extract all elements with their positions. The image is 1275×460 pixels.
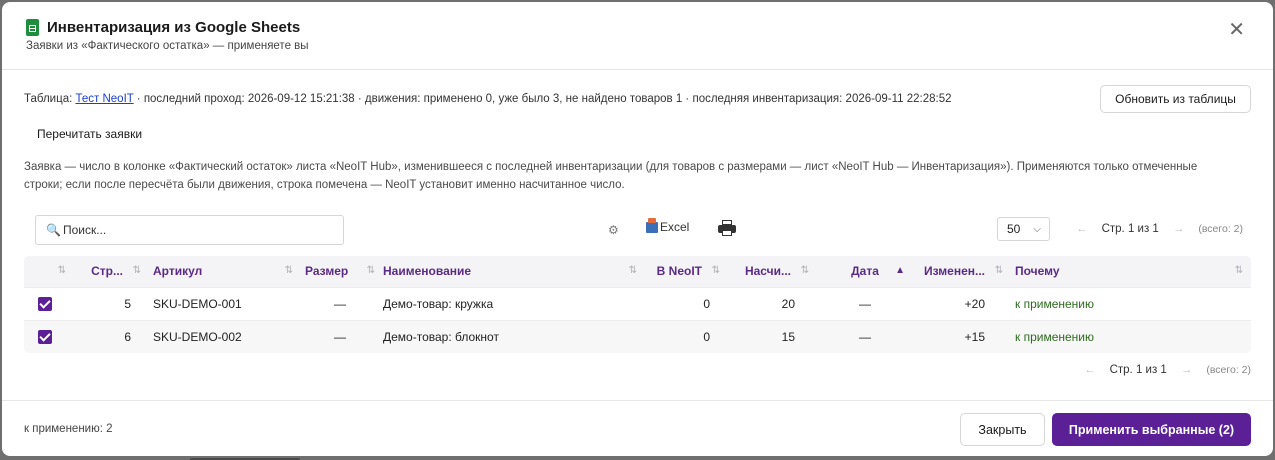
cell-counted: 15: [728, 319, 817, 353]
column-name[interactable]: Наименование ⇅: [379, 256, 645, 287]
cell-counted: 20: [728, 286, 817, 320]
cell-sku: SKU-DEMO-001: [149, 286, 301, 320]
cell-change: +20: [913, 286, 1011, 320]
column-select[interactable]: ⇅: [24, 256, 74, 287]
next-page-button[interactable]: →: [1173, 223, 1185, 235]
cell-row: 5: [74, 286, 149, 320]
excel-label: Excel: [660, 220, 690, 234]
dialog-subtitle: Заявки из «Фактического остатка» — приме…: [26, 40, 309, 52]
sort-icon: ⇅: [284, 265, 293, 276]
table-row[interactable]: 5 SKU-DEMO-001 — Демо-товар: кружка 0 20…: [24, 286, 1251, 320]
info-details: · последний проход: 2026-09-12 15:21:38 …: [133, 93, 952, 105]
cell-row: 6: [74, 319, 149, 353]
description-text: Заявка — число в колонке «Фактический ос…: [24, 161, 1198, 191]
dialog-footer: к применению: 2 Закрыть Применить выбран…: [2, 400, 1273, 456]
sync-info: Таблица: Тест NeoIT · последний проход: …: [24, 93, 951, 105]
cell-sku: SKU-DEMO-002: [149, 319, 301, 353]
close-icon[interactable]: ✕: [1228, 20, 1245, 40]
column-neoit[interactable]: В NeoIT ⇅: [645, 256, 728, 287]
column-date[interactable]: Дата ▲: [817, 256, 913, 287]
print-icon[interactable]: [718, 220, 736, 236]
search-box[interactable]: 🔍: [35, 215, 344, 245]
cell-size: —: [301, 286, 379, 320]
apply-count-status: к применению: 2: [24, 423, 113, 435]
excel-export-button[interactable]: Excel: [646, 217, 690, 234]
cell-date: —: [817, 286, 913, 320]
page-size-value: 50: [1007, 222, 1021, 236]
prev-page-button[interactable]: ←: [1084, 364, 1096, 376]
close-button[interactable]: Закрыть: [960, 413, 1045, 446]
pager-top: ← Стр. 1 из 1 → (всего: 2): [1076, 223, 1243, 235]
row-checkbox[interactable]: [38, 329, 52, 344]
cell-size: —: [301, 319, 379, 353]
reread-requests-button[interactable]: Перечитать заявки: [24, 122, 155, 146]
cell-neoit: 0: [645, 286, 728, 320]
refresh-from-table-button[interactable]: Обновить из таблицы: [1100, 85, 1251, 113]
sort-icon: ⇅: [994, 265, 1003, 276]
total-count: (всего: 2): [1206, 364, 1251, 376]
column-counted[interactable]: Насчи... ⇅: [728, 256, 817, 287]
dialog-header: Инвентаризация из Google Sheets Заявки и…: [2, 2, 1273, 70]
sheet-link[interactable]: Тест NeoIT: [75, 93, 133, 105]
cell-date: —: [817, 319, 913, 353]
column-sku[interactable]: Артикул ⇅: [149, 256, 301, 287]
cell-why: к применению: [1011, 286, 1251, 320]
sort-icon: ⇅: [628, 265, 637, 276]
excel-icon: [646, 217, 658, 233]
dialog-body: Таблица: Тест NeoIT · последний проход: …: [2, 70, 1273, 402]
pager-bottom: ← Стр. 1 из 1 → (всего: 2): [1084, 364, 1251, 376]
sort-icon: ⇅: [132, 265, 141, 276]
sort-icon: ⇅: [366, 265, 375, 276]
google-sheets-icon: [26, 19, 39, 36]
gear-icon[interactable]: ⚙: [608, 223, 619, 237]
search-input[interactable]: [62, 223, 323, 237]
table-row[interactable]: 6 SKU-DEMO-002 — Демо-товар: блокнот 0 1…: [24, 319, 1251, 353]
sort-icon: ⇅: [57, 265, 66, 276]
row-checkbox[interactable]: [38, 296, 52, 311]
sort-asc-icon: ▲: [895, 265, 905, 276]
inventory-dialog: Инвентаризация из Google Sheets Заявки и…: [2, 2, 1273, 456]
total-count: (всего: 2): [1198, 223, 1243, 235]
chevron-down-icon: ⌵: [1033, 223, 1041, 235]
sort-icon: ⇅: [711, 265, 720, 276]
sort-icon: ⇅: [1234, 265, 1243, 276]
dialog-title: Инвентаризация из Google Sheets: [47, 19, 301, 36]
next-page-button[interactable]: →: [1181, 364, 1193, 376]
prev-page-button[interactable]: ←: [1076, 223, 1088, 235]
cell-why: к применению: [1011, 319, 1251, 353]
requests-table: ⇅ Стр... ⇅ Артикул ⇅ Размер ⇅ Наименование ⇅…: [24, 256, 1251, 353]
cell-name: Демо-товар: блокнот: [379, 319, 645, 353]
apply-selected-button[interactable]: Применить выбранные (2): [1052, 413, 1251, 446]
sort-icon: ⇅: [800, 265, 809, 276]
cell-neoit: 0: [645, 319, 728, 353]
cell-change: +15: [913, 319, 1011, 353]
column-row[interactable]: Стр... ⇅: [74, 256, 149, 287]
column-why[interactable]: Почему ⇅: [1011, 256, 1251, 287]
table-header-row: ⇅ Стр... ⇅ Артикул ⇅ Размер ⇅ Наименование ⇅…: [24, 256, 1251, 287]
page-indicator: Стр. 1 из 1: [1101, 223, 1159, 235]
info-prefix: Таблица:: [24, 93, 76, 105]
search-icon: 🔍: [46, 223, 61, 237]
column-size[interactable]: Размер ⇅: [301, 256, 379, 287]
column-change[interactable]: Изменен... ⇅: [913, 256, 1011, 287]
page-indicator: Стр. 1 из 1: [1109, 364, 1167, 376]
cell-name: Демо-товар: кружка: [379, 286, 645, 320]
page-size-select[interactable]: 50 ⌵: [997, 217, 1050, 241]
